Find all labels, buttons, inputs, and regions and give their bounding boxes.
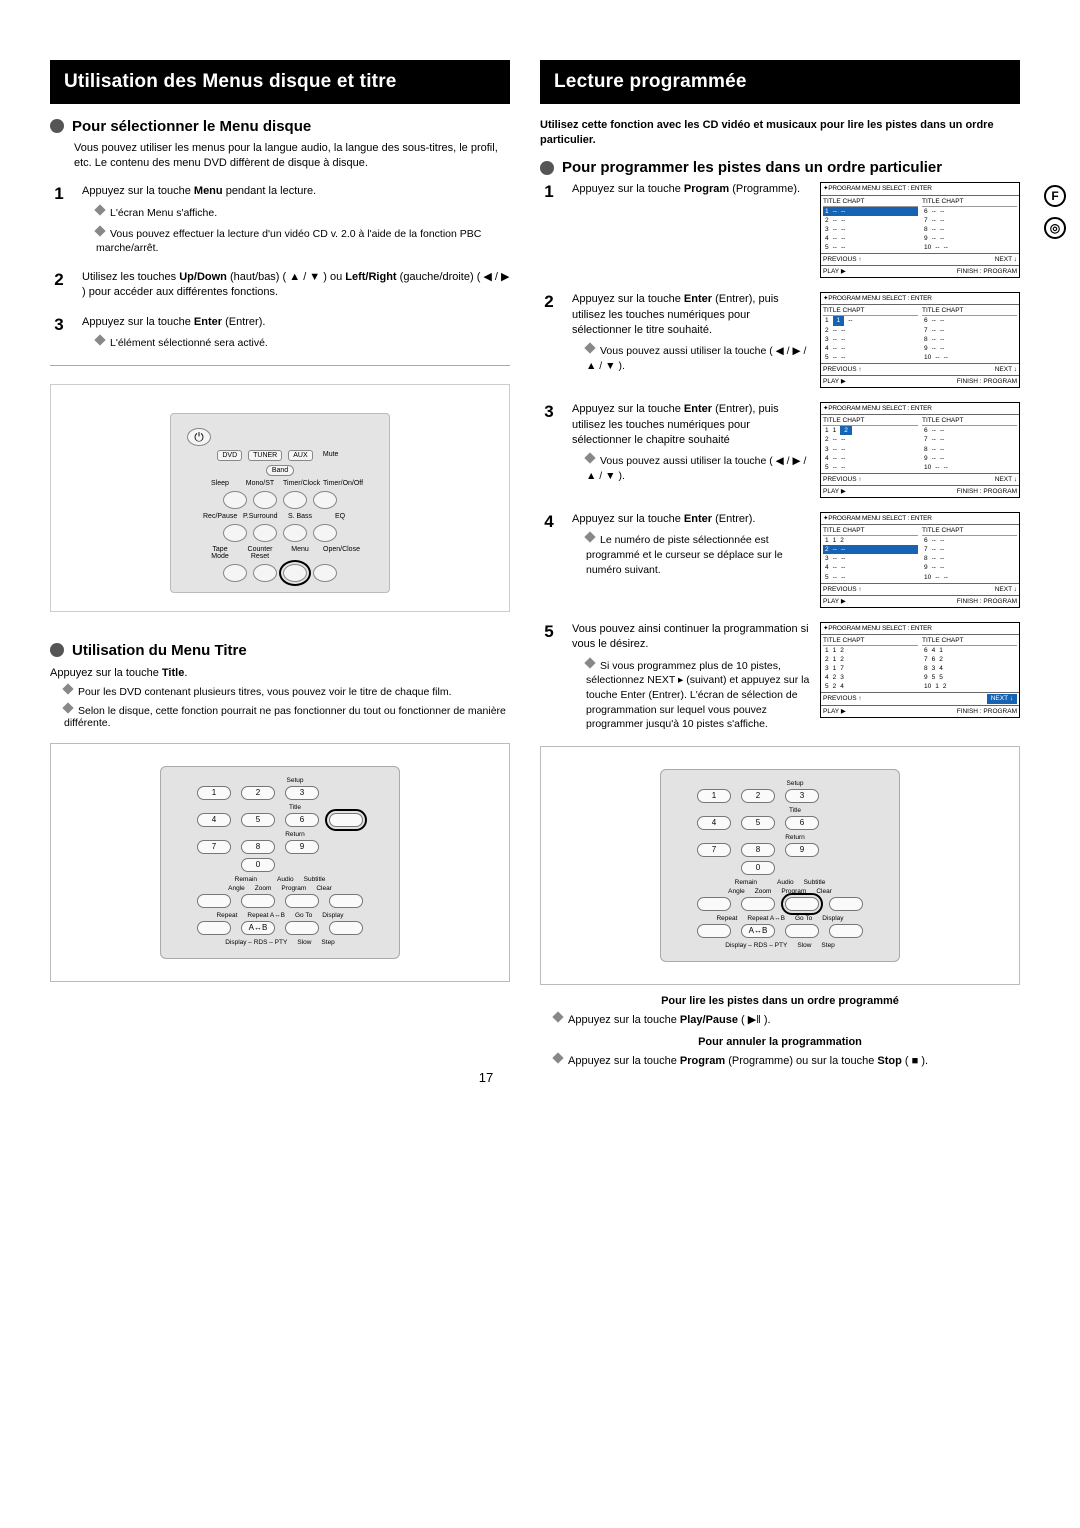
diamond-icon [552, 1052, 563, 1063]
diamond-icon [584, 343, 595, 354]
lang-badge: F [1044, 185, 1066, 207]
step-text: Appuyez sur la touche Enter (Entrer), pu… [572, 292, 810, 338]
sec-title-text: Utilisation du Menu Titre [72, 642, 247, 659]
step-text: Appuyez sur la touche Enter (Entrer). [82, 315, 510, 330]
sec-title-text: Pour programmer les pistes dans un ordre… [562, 159, 942, 176]
diamond-icon [94, 334, 105, 345]
sec-title-text: Pour sélectionner le Menu disque [72, 118, 311, 135]
page-number: 17 [479, 1070, 493, 1085]
step-text: Appuyez sur la touche Enter (Entrer), pu… [572, 402, 810, 448]
side-badges: F ◎ [1044, 185, 1066, 239]
diamond-icon [94, 225, 105, 236]
diamond-icon [552, 1011, 563, 1022]
remote-top-illustration: ⏻ DVDTUNERAUXMute Band SleepMono/STTimer… [50, 384, 510, 612]
footer-heading-1: Pour lire les pistes dans un ordre progr… [540, 995, 1020, 1007]
footer-line-2: Appuyez sur la touche Program (Programme… [554, 1054, 1020, 1067]
program-menu-figure: ✦PROGRAM MENU SELECT : ENTER TITLE CHAPT… [820, 622, 1020, 718]
program-menu-figure: ✦PROGRAM MENU SELECT : ENTER TITLE CHAPT… [820, 512, 1020, 608]
step-number: 2 [540, 292, 558, 312]
menu-button-highlight [283, 564, 307, 582]
step-number: 1 [50, 184, 68, 204]
bullet-icon [50, 119, 64, 133]
sec1-intro: Vous pouvez utiliser les menus pour la l… [74, 141, 510, 171]
footer-heading-2: Pour annuler la programmation [540, 1036, 1020, 1048]
program-menu-figure: ✦PROGRAM MENU SELECT : ENTER TITLE CHAPT… [820, 402, 1020, 498]
diamond-icon [584, 532, 595, 543]
step-number: 3 [540, 402, 558, 422]
step-text: Appuyez sur la touche Program (Programme… [572, 182, 810, 197]
disc-badge: ◎ [1044, 217, 1066, 239]
step-number: 4 [540, 512, 558, 532]
sec-title-menu-title: Utilisation du Menu Titre [50, 642, 510, 659]
diamond-icon [584, 657, 595, 668]
program-button-highlight [785, 897, 819, 911]
bullet-icon [50, 643, 64, 657]
right-header: Lecture programmée [540, 60, 1020, 104]
diamond-icon [584, 453, 595, 464]
step-text: Appuyez sur la touche Enter (Entrer). [572, 512, 810, 527]
title-button-highlight [329, 813, 363, 827]
sec-program-title: Pour programmer les pistes dans un ordre… [540, 159, 1020, 176]
power-icon: ⏻ [187, 428, 211, 446]
remote-numpad-illustration-right: Setup 123 Title 456 Return 789 0 RemainA… [540, 746, 1020, 985]
diamond-icon [94, 204, 105, 215]
remote-numpad-illustration-left: Setup 123 Title 456 Return 789 0 RemainA… [50, 743, 510, 982]
step-text: Vous pouvez ainsi continuer la programma… [572, 622, 810, 653]
diamond-icon [62, 702, 73, 713]
sec-disc-menu-title: Pour sélectionner le Menu disque [50, 118, 510, 135]
step-text: Appuyez sur la touche Menu pendant la le… [82, 184, 510, 199]
left-column: Utilisation des Menus disque et titre Po… [50, 60, 510, 1075]
bullet-icon [540, 161, 554, 175]
step-text: Utilisez les touches Up/Down (haut/bas) … [82, 270, 510, 301]
step-number: 3 [50, 315, 68, 335]
sec2-line: Appuyez sur la touche Title. [50, 667, 510, 679]
step-number: 5 [540, 622, 558, 642]
right-intro: Utilisez cette fonction avec les CD vidé… [540, 118, 1020, 148]
program-menu-figure: ✦PROGRAM MENU SELECT : ENTER TITLE CHAPT… [820, 182, 1020, 278]
diamond-icon [62, 683, 73, 694]
left-header: Utilisation des Menus disque et titre [50, 60, 510, 104]
footer-line-1: Appuyez sur la touche Play/Pause ( ▶‖ ). [554, 1013, 1020, 1026]
step-number: 2 [50, 270, 68, 290]
right-column: Lecture programmée Utilisez cette foncti… [540, 60, 1020, 1075]
step-number: 1 [540, 182, 558, 202]
sec1-steps: 1 Appuyez sur la touche Menu pendant la … [50, 184, 510, 350]
program-menu-figure: ✦PROGRAM MENU SELECT : ENTER TITLE CHAPT… [820, 292, 1020, 388]
